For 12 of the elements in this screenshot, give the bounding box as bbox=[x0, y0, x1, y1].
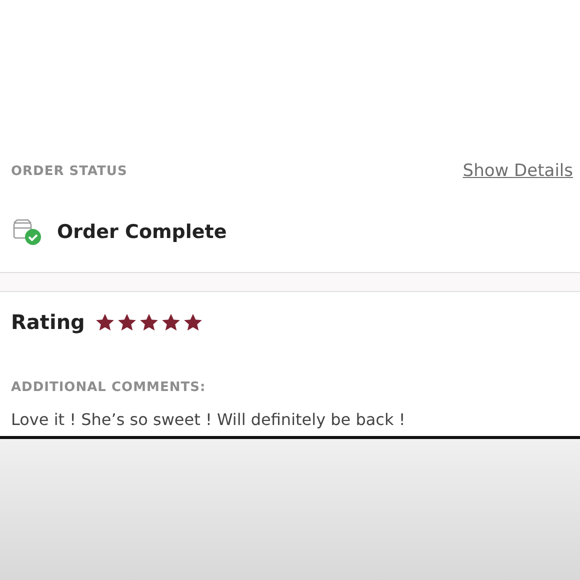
comments-heading: ADDITIONAL COMMENTS: bbox=[11, 380, 206, 394]
star-icon bbox=[94, 312, 115, 332]
show-details-link[interactable]: Show Details bbox=[462, 161, 573, 181]
star-icon bbox=[116, 312, 137, 332]
section-heading: ORDER STATUS bbox=[11, 164, 128, 178]
rating-label: Rating bbox=[11, 310, 85, 334]
order-status: Order Complete bbox=[57, 221, 227, 243]
star-icon bbox=[160, 312, 181, 332]
package-check-icon bbox=[11, 218, 43, 246]
star-icon bbox=[182, 312, 203, 332]
star-icon bbox=[138, 312, 159, 332]
comment-text: Love it ! She’s so sweet ! Will definitely be back ! bbox=[11, 408, 406, 430]
